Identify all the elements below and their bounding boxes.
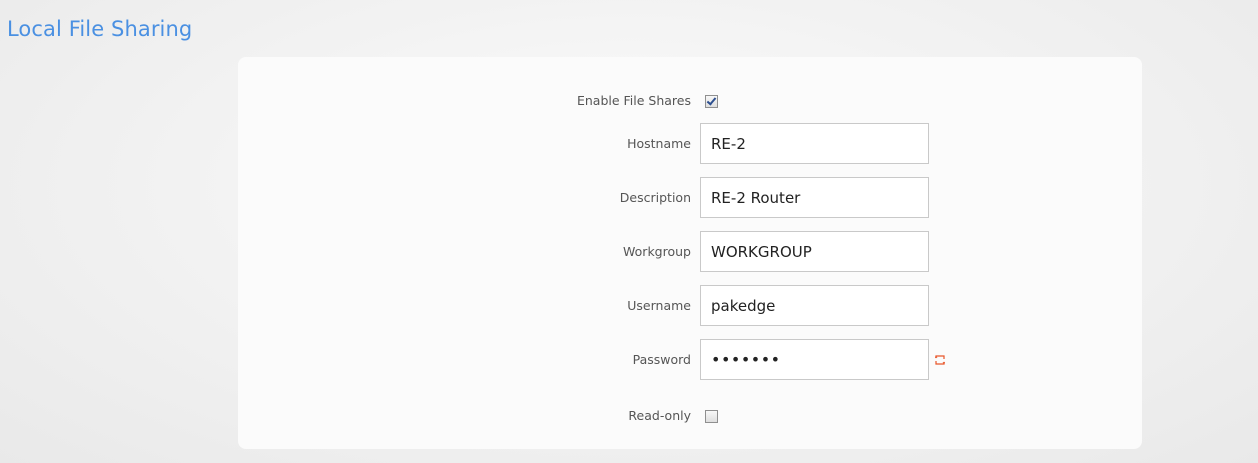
file-sharing-form: Enable File Shares Hostname Description … bbox=[238, 57, 1142, 449]
read-only-checkbox[interactable] bbox=[705, 410, 718, 423]
enable-file-shares-label: Enable File Shares bbox=[576, 93, 691, 108]
workgroup-label: Workgroup bbox=[623, 244, 691, 259]
description-label: Description bbox=[619, 190, 691, 205]
username-label: Username bbox=[627, 298, 691, 313]
description-input[interactable] bbox=[700, 177, 929, 218]
workgroup-input[interactable] bbox=[700, 231, 929, 272]
description-row: Description bbox=[238, 177, 1142, 219]
password-row: Password bbox=[238, 339, 1142, 381]
username-row: Username bbox=[238, 285, 1142, 327]
hostname-row: Hostname bbox=[238, 123, 1142, 165]
password-input[interactable] bbox=[700, 339, 929, 380]
password-label: Password bbox=[632, 352, 691, 367]
reveal-password-icon[interactable] bbox=[935, 355, 945, 365]
hostname-input[interactable] bbox=[700, 123, 929, 164]
workgroup-row: Workgroup bbox=[238, 231, 1142, 273]
read-only-row: Read-only bbox=[238, 408, 1142, 450]
enable-file-shares-checkbox[interactable] bbox=[705, 95, 718, 108]
page-title: Local File Sharing bbox=[7, 17, 193, 41]
hostname-label: Hostname bbox=[627, 136, 691, 151]
username-input[interactable] bbox=[700, 285, 929, 326]
read-only-label: Read-only bbox=[628, 408, 691, 423]
